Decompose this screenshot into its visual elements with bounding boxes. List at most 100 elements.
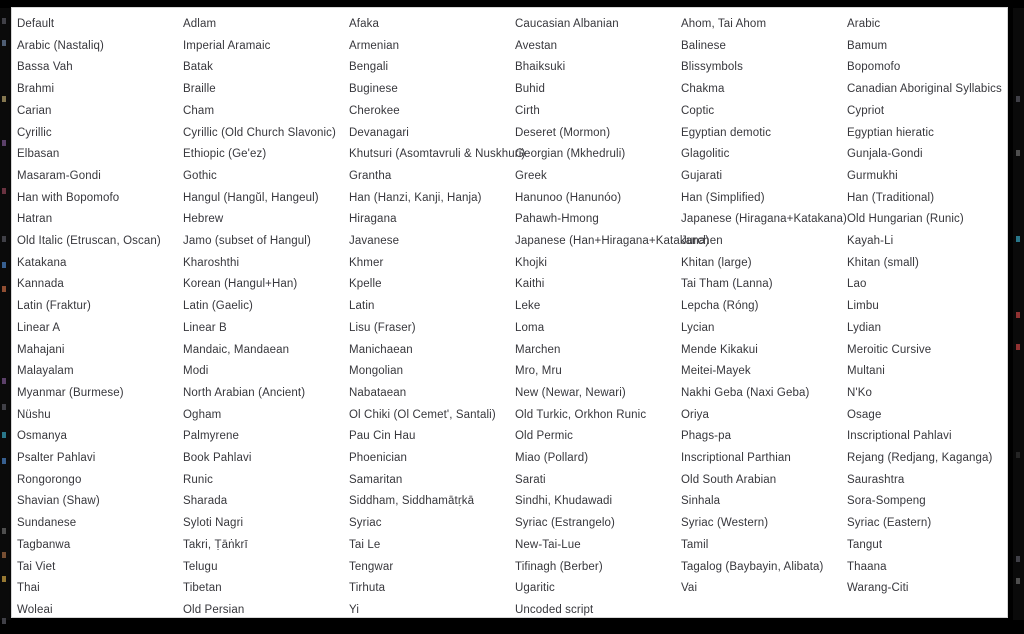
script-option[interactable]: Rejang (Redjang, Kaganga) [847,449,996,467]
script-option[interactable]: Meroitic Cursive [847,341,935,359]
script-option[interactable]: Tai Le [349,536,384,554]
script-option[interactable]: Tagbanwa [17,536,74,554]
script-option[interactable]: Chakma [681,80,729,98]
script-option[interactable]: Phags-pa [681,427,735,445]
script-option[interactable]: Shavian (Shaw) [17,492,104,510]
script-option[interactable]: Buhid [515,80,549,98]
script-option[interactable]: Siddham, Siddhamātṛkā [349,492,478,510]
script-option[interactable]: Hanunoo (Hanunóo) [515,189,625,207]
script-option[interactable]: Imperial Aramaic [183,37,274,55]
script-option[interactable]: Lao [847,275,871,293]
script-option[interactable]: Khutsuri (Asomtavruli & Nuskhuri) [349,145,529,163]
script-option[interactable]: Hatran [17,210,56,228]
script-option[interactable]: Mro, Mru [515,362,566,380]
script-option[interactable]: Tangut [847,536,886,554]
script-option[interactable]: Linear B [183,319,231,337]
script-option[interactable]: Bamum [847,37,891,55]
script-option[interactable]: Cirth [515,102,544,120]
script-option[interactable]: Ethiopic (Ge'ez) [183,145,270,163]
script-option[interactable]: Multani [847,362,889,380]
script-option[interactable]: Mongolian [349,362,407,380]
script-option[interactable]: Bopomofo [847,58,904,76]
script-option[interactable]: Tagalog (Baybayin, Alibata) [681,558,827,576]
script-option[interactable]: Sundanese [17,514,80,532]
script-option[interactable]: Arabic [847,15,884,33]
script-option[interactable]: Sora-Sompeng [847,492,930,510]
script-option[interactable]: Lycian [681,319,719,337]
script-option[interactable]: Georgian (Mkhedruli) [515,145,629,163]
script-option[interactable]: Yi [349,601,363,617]
script-option[interactable]: Ahom, Tai Ahom [681,15,770,33]
script-option[interactable]: Tirhuta [349,579,389,597]
script-option[interactable]: Lisu (Fraser) [349,319,420,337]
script-option[interactable]: Miao (Pollard) [515,449,592,467]
script-option[interactable]: Warang-Citi [847,579,913,597]
script-option[interactable]: Batak [183,58,217,76]
script-option[interactable]: Latin (Fraktur) [17,297,95,315]
script-option[interactable]: Nakhi Geba (Naxi Geba) [681,384,813,402]
script-option[interactable]: Tai Viet [17,558,59,576]
script-option[interactable]: Latin (Gaelic) [183,297,257,315]
script-option[interactable]: Kharoshthi [183,254,243,272]
script-option[interactable]: Lydian [847,319,885,337]
script-option[interactable]: Cyrillic (Old Church Slavonic) [183,124,340,142]
script-option[interactable]: Kpelle [349,275,386,293]
script-option[interactable]: Modi [183,362,212,380]
script-option[interactable]: Jurchen [681,232,727,250]
script-option[interactable]: Tamil [681,536,712,554]
script-option[interactable]: Old Hungarian (Runic) [847,210,968,228]
script-option[interactable]: Tai Tham (Lanna) [681,275,777,293]
script-option[interactable]: Katakana [17,254,71,272]
script-selection-flyout[interactable]: Default Arabic (Nastaliq) Bassa Vah Brahmi C… [11,7,1008,618]
script-option[interactable]: Gunjala-Gondi [847,145,927,163]
script-option[interactable]: N'Ko [847,384,876,402]
script-option[interactable]: Carian [17,102,56,120]
script-option[interactable]: Uncoded script [515,601,597,617]
script-option[interactable]: Bassa Vah [17,58,77,76]
script-option[interactable]: Blissymbols [681,58,747,76]
script-option[interactable]: Takri, Ṭāṅkrī [183,536,252,554]
script-option[interactable]: Hangul (Hangŭl, Hangeul) [183,189,323,207]
script-option[interactable]: Nabataean [349,384,410,402]
script-option[interactable]: Syriac (Western) [681,514,772,532]
script-option[interactable]: Linear A [17,319,64,337]
script-option[interactable]: Bhaiksuki [515,58,569,76]
script-option[interactable]: Masaram-Gondi [17,167,105,185]
script-option[interactable]: Mandaic, Mandaean [183,341,293,359]
script-option[interactable]: Armenian [349,37,403,55]
script-option[interactable]: Lepcha (Róng) [681,297,763,315]
script-option[interactable]: Mende Kikakui [681,341,762,359]
script-option[interactable]: Bengali [349,58,392,76]
script-option[interactable]: Sinhala [681,492,724,510]
script-option[interactable]: Psalter Pahlavi [17,449,99,467]
script-option[interactable]: Rongorongo [17,471,85,489]
script-option[interactable]: Elbasan [17,145,63,163]
script-option[interactable]: Syloti Nagri [183,514,247,532]
script-option[interactable]: Cyrillic [17,124,56,142]
script-option[interactable]: Hiragana [349,210,401,228]
script-option[interactable]: Cherokee [349,102,404,120]
script-option[interactable]: Gujarati [681,167,726,185]
script-option[interactable]: Gurmukhi [847,167,902,185]
script-option[interactable]: Leke [515,297,544,315]
script-option[interactable]: Cham [183,102,218,120]
script-option[interactable]: Ol Chiki (Ol Cemet', Santali) [349,406,500,424]
script-option[interactable]: Adlam [183,15,220,33]
script-option[interactable]: Deseret (Mormon) [515,124,614,142]
script-option[interactable]: Oriya [681,406,713,424]
script-option[interactable]: Kaithi [515,275,548,293]
script-option[interactable]: Devanagari [349,124,413,142]
script-option[interactable]: Telugu [183,558,222,576]
script-option[interactable]: Thaana [847,558,891,576]
script-option[interactable]: Canadian Aboriginal Syllabics [847,80,1006,98]
script-option[interactable]: Inscriptional Pahlavi [847,427,956,445]
script-option[interactable]: Osage [847,406,885,424]
script-option[interactable]: Cypriot [847,102,888,120]
script-option[interactable]: Ogham [183,406,225,424]
script-option[interactable]: Book Pahlavi [183,449,256,467]
script-option[interactable]: Brahmi [17,80,58,98]
script-option[interactable]: Latin [349,297,379,315]
script-option[interactable]: Khitan (small) [847,254,923,272]
script-option[interactable]: Old Italic (Etruscan, Oscan) [17,232,165,250]
script-option[interactable]: Sharada [183,492,231,510]
